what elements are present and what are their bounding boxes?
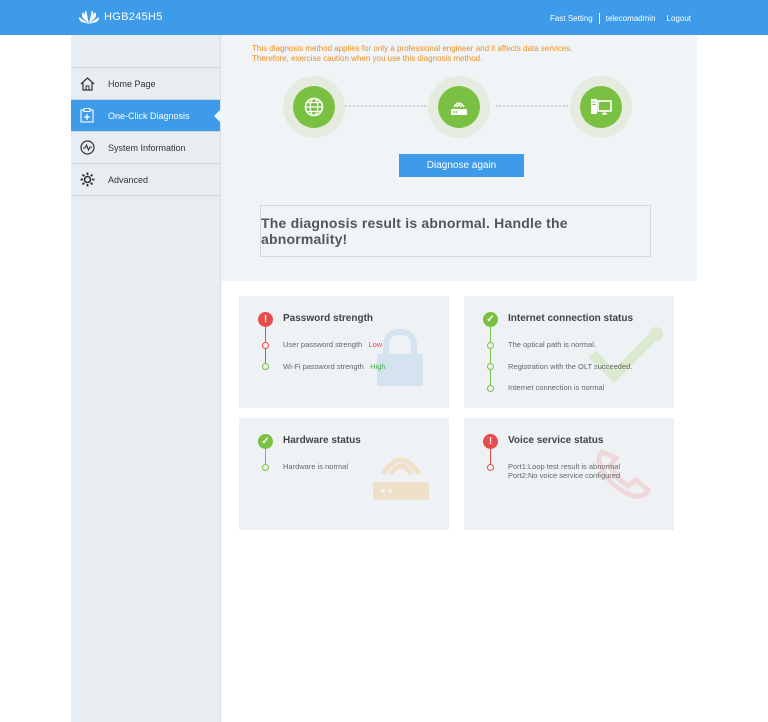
sidebar-divider [71, 195, 220, 196]
warning-line-1: This diagnosis method applies for only a… [252, 44, 573, 53]
card-title: Voice service status [508, 435, 604, 446]
timeline-dot [487, 342, 494, 349]
logo: HGB245H5 [77, 9, 163, 25]
logout-link[interactable]: Logout [667, 14, 691, 23]
diagnosis-icon [79, 108, 95, 124]
warning-line-2: Therefore, exercise caution when you use… [252, 54, 483, 63]
lock-watermark-icon [377, 328, 423, 386]
card-title: Password strength [283, 313, 374, 324]
normal-status-icon: ✓ [483, 312, 498, 327]
timeline-dot [487, 385, 494, 392]
password-strength-card: ! Password strength User password streng… [239, 296, 449, 408]
top-nav: Fast Setting telecomadmin Logout [550, 13, 691, 24]
sidebar-item-label: One-Click Diagnosis [108, 110, 190, 121]
diagnosis-result-box: The diagnosis result is abnormal. Handle… [260, 205, 651, 257]
nav-divider [598, 13, 600, 24]
huawei-logo-icon [79, 10, 99, 24]
globe-icon [304, 97, 324, 117]
home-icon [79, 76, 95, 92]
list-item: Hardware is normal [283, 462, 349, 471]
header-bar: HGB245H5 Fast Setting telecomadmin Logou… [0, 0, 768, 35]
abnormal-status-icon: ! [258, 312, 273, 327]
card-title: Internet connection status [508, 313, 634, 324]
router-watermark-icon [373, 457, 429, 500]
connector-dots-2 [496, 105, 568, 107]
sidebar-item-label: Home Page [108, 78, 156, 89]
active-pointer [214, 109, 221, 123]
list-item: The optical path is normal. [508, 340, 596, 349]
pulse-icon [79, 140, 95, 156]
gear-icon [79, 172, 95, 188]
model-name: HGB245H5 [104, 11, 163, 23]
user-password-strength: User password strength Low [283, 340, 382, 349]
voice-service-card: ! Voice service status Port1:Loop test r… [464, 418, 674, 530]
user-password-value: Low [368, 340, 383, 349]
sidebar: Home Page One-Click Diagnosis System Inf… [71, 35, 221, 722]
computer-icon [591, 99, 612, 115]
connector-dots-1 [342, 105, 426, 107]
fast-setting-link[interactable]: Fast Setting [550, 14, 593, 23]
hardware-status-card: ✓ Hardware status Hardware is normal [239, 418, 449, 530]
timeline-dot [487, 464, 494, 471]
timeline-dot [262, 464, 269, 471]
sidebar-item-diagnosis[interactable]: One-Click Diagnosis [71, 99, 221, 131]
normal-status-icon: ✓ [258, 434, 273, 449]
sidebar-item-system-information[interactable]: System Information [71, 131, 220, 163]
wifi-password-label: Wi-Fi password strength [283, 362, 364, 371]
router-icon [451, 102, 467, 115]
diagnosis-panel: This diagnosis method applies for only a… [221, 35, 697, 281]
username: telecomadmin [605, 14, 656, 23]
sidebar-item-label: Advanced [108, 174, 149, 185]
sidebar-item-home[interactable]: Home Page [71, 67, 220, 99]
timeline-dot [487, 363, 494, 370]
card-title: Hardware status [283, 435, 361, 446]
checkmark-watermark-icon [588, 327, 663, 384]
list-item: Port2:No voice service configured [508, 471, 621, 480]
timeline-dot [262, 342, 269, 349]
timeline-line [490, 327, 491, 389]
computer-node [570, 76, 632, 138]
timeline-dot [262, 363, 269, 370]
sidebar-item-label: System Information [108, 142, 186, 153]
diagnosis-result-text: The diagnosis result is abnormal. Handle… [261, 215, 568, 247]
wifi-password-value: High [370, 362, 386, 371]
network-node [283, 76, 345, 138]
list-item: Port1:Loop test result is abnormal [508, 462, 621, 471]
wifi-password-strength: Wi-Fi password strength High [283, 362, 386, 371]
diagnose-again-button[interactable]: Diagnose again [399, 154, 524, 177]
sidebar-item-advanced[interactable]: Advanced [71, 163, 220, 195]
abnormal-status-icon: ! [483, 434, 498, 449]
list-item: Registration with the OLT succeeded. [508, 362, 633, 371]
list-item: Internet connection is normal [508, 383, 605, 392]
internet-connection-card: ✓ Internet connection status The optical… [464, 296, 674, 408]
user-password-label: User password strength [283, 340, 363, 349]
warning-text: This diagnosis method applies for only a… [252, 44, 672, 64]
router-node [428, 76, 490, 138]
